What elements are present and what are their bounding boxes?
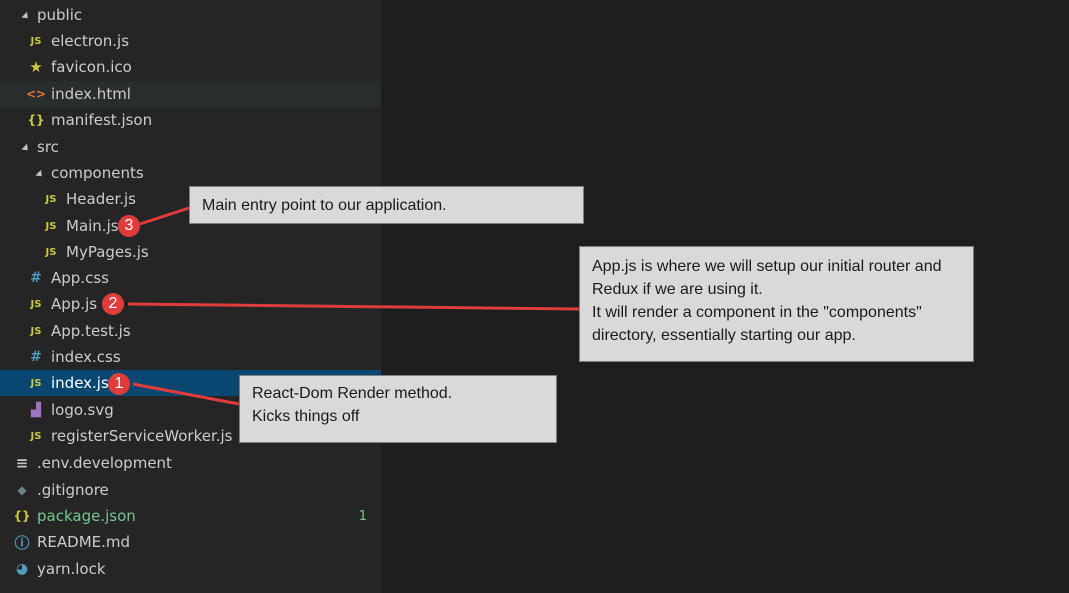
callout-text: It will render a component in the "compo… xyxy=(592,304,922,321)
tree-item-label: logo.svg xyxy=(51,401,114,419)
chevron-down-icon[interactable] xyxy=(18,139,34,155)
tree-item-label: MyPages.js xyxy=(66,243,149,261)
javascript-file-icon: JS xyxy=(45,246,57,258)
callout-text: React-Dom Render method. xyxy=(252,385,453,402)
svg-file-icon: ▟ xyxy=(31,402,41,418)
tree-item-app-js[interactable]: JS App.js xyxy=(0,291,381,317)
json-file-icon: {} xyxy=(27,113,45,127)
tree-item-label: .gitignore xyxy=(37,481,109,499)
tree-item-label: App.css xyxy=(51,269,109,287)
tree-item-label: App.js xyxy=(51,295,98,313)
tree-item-gitignore[interactable]: ◆ .gitignore xyxy=(0,477,381,503)
tree-item-app-test-js[interactable]: JS App.test.js xyxy=(0,318,381,344)
yarn-cat-icon: ◕ xyxy=(15,561,29,577)
callout-main-entry: Main entry point to our application. xyxy=(189,186,584,224)
callout-text: directory, essentially starting our app. xyxy=(592,327,856,344)
tree-item-label: manifest.json xyxy=(51,111,153,129)
callout-text: Redux if we are using it. xyxy=(592,281,763,298)
file-explorer: public JS electron.js ★ favicon.ico <> i… xyxy=(0,0,381,593)
tree-item-mypages-js[interactable]: JS MyPages.js xyxy=(0,239,381,265)
tree-item-public[interactable]: public xyxy=(0,2,381,28)
chevron-down-icon[interactable] xyxy=(32,165,48,181)
javascript-file-icon: JS xyxy=(30,298,42,310)
tree-item-components[interactable]: components xyxy=(0,160,381,186)
json-file-icon: {} xyxy=(13,509,31,523)
tree-item-favicon-ico[interactable]: ★ favicon.ico xyxy=(0,54,381,80)
callout-text: Main entry point to our application. xyxy=(202,197,447,214)
javascript-file-icon: JS xyxy=(30,430,42,442)
tree-item-package-json[interactable]: {} package.json 1 xyxy=(0,503,381,529)
tree-item-electron-js[interactable]: JS electron.js xyxy=(0,28,381,54)
step-badge-2: 2 xyxy=(102,293,124,315)
tree-item-manifest-json[interactable]: {} manifest.json xyxy=(0,107,381,133)
tree-item-label: index.html xyxy=(51,85,131,103)
tree-item-label: .env.development xyxy=(37,454,172,472)
tree-item-yarn-lock[interactable]: ◕ yarn.lock xyxy=(0,556,381,582)
tree-item-label: registerServiceWorker.js xyxy=(51,427,233,445)
javascript-file-icon: JS xyxy=(45,220,57,232)
step-badge-1: 1 xyxy=(108,373,130,395)
tree-item-label: package.json xyxy=(37,507,136,525)
tree-item-label: index.js xyxy=(51,374,109,392)
callout-text: Kicks things off xyxy=(252,408,360,425)
tree-item-label: index.css xyxy=(51,348,121,366)
tree-item-label: README.md xyxy=(37,533,131,551)
git-diamond-icon: ◆ xyxy=(17,483,27,497)
tree-item-label: yarn.lock xyxy=(37,560,106,578)
tree-item-label: src xyxy=(37,138,59,156)
tree-item-label: components xyxy=(51,164,144,182)
tree-item-label: App.test.js xyxy=(51,322,131,340)
html-file-icon: <> xyxy=(25,87,47,101)
callout-index-js: React-Dom Render method. Kicks things of… xyxy=(239,375,557,443)
callout-app-js: App.js is where we will setup our initia… xyxy=(579,246,974,362)
javascript-file-icon: JS xyxy=(45,193,57,205)
tree-item-label: public xyxy=(37,6,83,24)
tree-item-label: electron.js xyxy=(51,32,130,50)
javascript-file-icon: JS xyxy=(30,325,42,337)
tree-item-env-development[interactable]: ≡ .env.development xyxy=(0,450,381,476)
tree-item-index-css[interactable]: # index.css xyxy=(0,344,381,370)
tree-item-label: Header.js xyxy=(66,190,136,208)
callout-text: App.js is where we will setup our initia… xyxy=(592,258,942,275)
tree-item-label: favicon.ico xyxy=(51,58,132,76)
star-icon: ★ xyxy=(29,58,43,76)
text-lines-icon: ≡ xyxy=(15,454,29,472)
tree-item-readme-md[interactable]: ⓘ README.md xyxy=(0,529,381,555)
tree-item-index-html[interactable]: <> index.html xyxy=(0,81,381,107)
tree-item-src[interactable]: src xyxy=(0,134,381,160)
css-file-icon: # xyxy=(30,349,42,365)
git-modified-count: 1 xyxy=(358,508,367,524)
tree-item-label: Main.js xyxy=(66,217,119,235)
css-file-icon: # xyxy=(30,270,42,286)
chevron-down-icon[interactable] xyxy=(18,7,34,23)
step-badge-3: 3 xyxy=(118,215,140,237)
tree-item-app-css[interactable]: # App.css xyxy=(0,265,381,291)
javascript-file-icon: JS xyxy=(30,35,42,47)
info-icon: ⓘ xyxy=(14,533,30,552)
javascript-file-icon: JS xyxy=(30,377,42,389)
